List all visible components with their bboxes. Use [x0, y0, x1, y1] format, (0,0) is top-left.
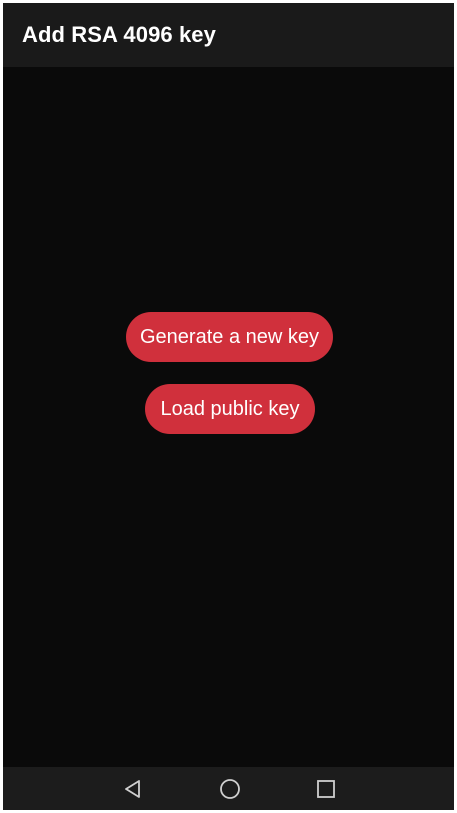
device-frame: Add RSA 4096 key Generate a new key Load… — [0, 0, 457, 813]
back-triangle-icon — [125, 779, 140, 798]
main-content: Generate a new key Load public key — [3, 67, 454, 767]
app-screen: Add RSA 4096 key Generate a new key Load… — [3, 3, 454, 810]
recents-square-icon — [317, 779, 335, 798]
app-bar: Add RSA 4096 key — [3, 3, 454, 67]
load-public-key-button[interactable]: Load public key — [145, 384, 315, 434]
back-button[interactable] — [109, 767, 157, 810]
generate-key-button[interactable]: Generate a new key — [126, 312, 333, 362]
page-title: Add RSA 4096 key — [22, 22, 216, 47]
system-nav-bar — [3, 767, 454, 810]
home-circle-icon — [220, 778, 240, 799]
recents-button[interactable] — [302, 767, 350, 810]
home-button[interactable] — [206, 767, 254, 810]
